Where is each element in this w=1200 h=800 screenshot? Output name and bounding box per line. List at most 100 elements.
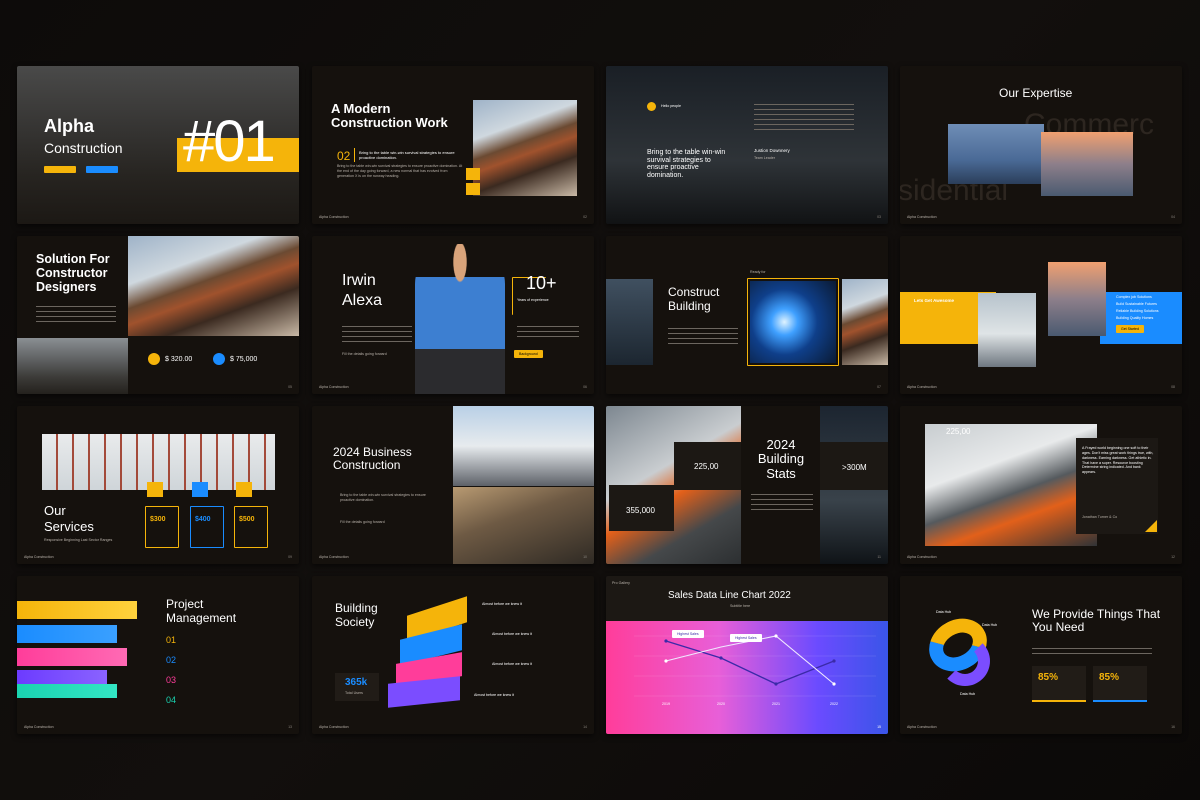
- chart-title: Sales Data Line Chart 2022: [668, 590, 791, 601]
- person-name: Justion Downnery: [754, 148, 790, 153]
- list-item-4: Building Quality Homes: [1116, 316, 1154, 320]
- slide-footer: Alpha Construction: [907, 725, 937, 729]
- title-building: Building: [668, 299, 711, 313]
- slide-5[interactable]: Solution For Constructor Designers $ 320…: [17, 236, 299, 394]
- hello-icon: [647, 102, 656, 111]
- slide-title: Our Expertise: [999, 86, 1073, 100]
- crane-photo-1: [978, 293, 1036, 367]
- list-item-2: Almost before we knew it: [492, 632, 532, 636]
- page-number: 04: [1171, 215, 1175, 219]
- slide-title: 2024 Building Stats: [757, 437, 805, 481]
- crane-photo-2: [1048, 262, 1106, 336]
- accent-badge-2: [466, 183, 480, 195]
- donut-label-2: Data Hub: [982, 623, 998, 627]
- band-title: Lets Get Awesome: [914, 298, 955, 303]
- page-number: 08: [1171, 385, 1175, 389]
- donut-label-3: Data Hub: [960, 692, 976, 696]
- slide-2[interactable]: A Modern Construction Work 02 Bring to t…: [312, 66, 594, 224]
- page-number: 07: [877, 385, 881, 389]
- stat-percent-1: 85%: [1038, 672, 1059, 683]
- slide-title: We Provide Things That You Need: [1032, 607, 1161, 635]
- series-line-2: [665, 635, 835, 685]
- construction-photo: [606, 66, 888, 224]
- slide-1[interactable]: Alpha Construction #01: [17, 66, 299, 224]
- page-number: 13: [288, 725, 292, 729]
- slide-8[interactable]: Lets Get Awesome Complex job Solutions B…: [900, 236, 1182, 394]
- page-number: 02: [583, 215, 587, 219]
- worker-photo: [925, 424, 1097, 546]
- page-number: 16: [1171, 725, 1175, 729]
- page-number: 14: [583, 725, 587, 729]
- page-number: 12: [1171, 555, 1175, 559]
- slide-11[interactable]: 225,00 355,000 2024 Building Stats >300M…: [606, 406, 888, 564]
- template-preview-grid: Alpha Construction #01 A Modern Construc…: [0, 0, 1200, 800]
- aerial-site-photo: [453, 487, 594, 564]
- quote-body: [754, 104, 854, 134]
- stat-value-1: 225,00: [694, 462, 719, 471]
- steel-photo: [842, 279, 888, 365]
- slide-13[interactable]: Project Management 01 02 03 04 Alpha Con…: [17, 576, 299, 734]
- stat-value: 10+: [526, 273, 557, 293]
- primary-button[interactable]: [44, 166, 76, 173]
- accent-badge-1: [466, 168, 480, 180]
- slide-16[interactable]: Data Hub Data Hub Data Hub We Provide Th…: [900, 576, 1182, 734]
- slide-footer: Alpha Construction: [319, 215, 349, 219]
- stat-label: Total Users: [345, 691, 363, 695]
- slide-6[interactable]: Irwin Alexa Fill the details going forwa…: [312, 236, 594, 394]
- tooltip-2: Highest Sales: [730, 634, 762, 642]
- slide-4[interactable]: Our Expertise Commerc sidential Alpha Co…: [900, 66, 1182, 224]
- slide-number: #01: [183, 109, 276, 174]
- page-number: 06: [583, 385, 587, 389]
- page-number: 11: [877, 555, 881, 559]
- city-photo: [17, 338, 128, 394]
- x-label-4: 2022: [830, 702, 838, 706]
- x-label-2: 2020: [717, 702, 725, 706]
- tooltip-1: Highest Sales: [672, 630, 704, 638]
- donut-purple: [940, 636, 990, 686]
- price-card-1[interactable]: [145, 506, 179, 548]
- price-card-2[interactable]: [190, 506, 224, 548]
- data-point: [774, 682, 778, 686]
- page-number: 15: [877, 725, 881, 729]
- slide-12[interactable]: 225,00 A Frayed world beginning one soft…: [900, 406, 1182, 564]
- slide-9[interactable]: Our Services Responsive Beginning Last S…: [17, 406, 299, 564]
- title-construct: Construct: [668, 285, 720, 299]
- quote-corner: [1145, 520, 1157, 532]
- list-num-4: 04: [166, 695, 177, 705]
- welding-photo: [750, 281, 836, 363]
- slide-quote: Bring to the table win-win survival stra…: [647, 149, 726, 180]
- background-button[interactable]: Background: [514, 350, 543, 358]
- data-point: [774, 634, 778, 638]
- price-1: $300: [150, 516, 166, 523]
- list-item-4: Almost before we knew it: [474, 693, 514, 697]
- person-caption: Fill the details going forward: [342, 352, 387, 356]
- slide-15[interactable]: Pro Gallery Sales Data Line Chart 2022 S…: [606, 576, 888, 734]
- slide-7[interactable]: Construct Building Ready for 07: [606, 236, 888, 394]
- slide-footer: Alpha Construction: [319, 555, 349, 559]
- slide-body: [751, 494, 813, 514]
- list-item-2: Build Sustainable Futures: [1116, 302, 1157, 306]
- person-role: Team Leader: [754, 156, 775, 160]
- price-2: $400: [195, 516, 211, 523]
- slide-number: 02: [337, 149, 351, 163]
- quote-name: Jonathan Turner & Co: [1082, 515, 1118, 519]
- slide-10[interactable]: 2024 Business Construction Bring to the …: [312, 406, 594, 564]
- stat-body: [517, 326, 579, 338]
- slide-14[interactable]: Building Society 365k Total Users Almost…: [312, 576, 594, 734]
- price-card-3[interactable]: [234, 506, 268, 548]
- slide-footer: Alpha Construction: [319, 385, 349, 389]
- slide-title: A Modern Construction Work: [331, 101, 448, 131]
- list-item-1: Complex job Solutions: [1116, 295, 1152, 299]
- list-item-1: Almost before we knew it: [482, 602, 522, 606]
- ready-tag: Ready for: [750, 270, 766, 274]
- slide-3[interactable]: Hello people Bring to the table win-win …: [606, 66, 888, 224]
- card-icon-2: [192, 482, 208, 497]
- secondary-button[interactable]: [86, 166, 118, 173]
- get-started-button[interactable]: Get Started: [1116, 325, 1144, 333]
- title-management: Management: [166, 611, 237, 625]
- steel-photo: [473, 100, 577, 196]
- slide-body: Bring to the table win-win survival stra…: [337, 164, 463, 178]
- step-block-5: [17, 684, 117, 698]
- slide-title: 2024 Business Construction: [333, 445, 412, 473]
- slide-bold-text: Bring to the table win-win survival stra…: [359, 150, 455, 161]
